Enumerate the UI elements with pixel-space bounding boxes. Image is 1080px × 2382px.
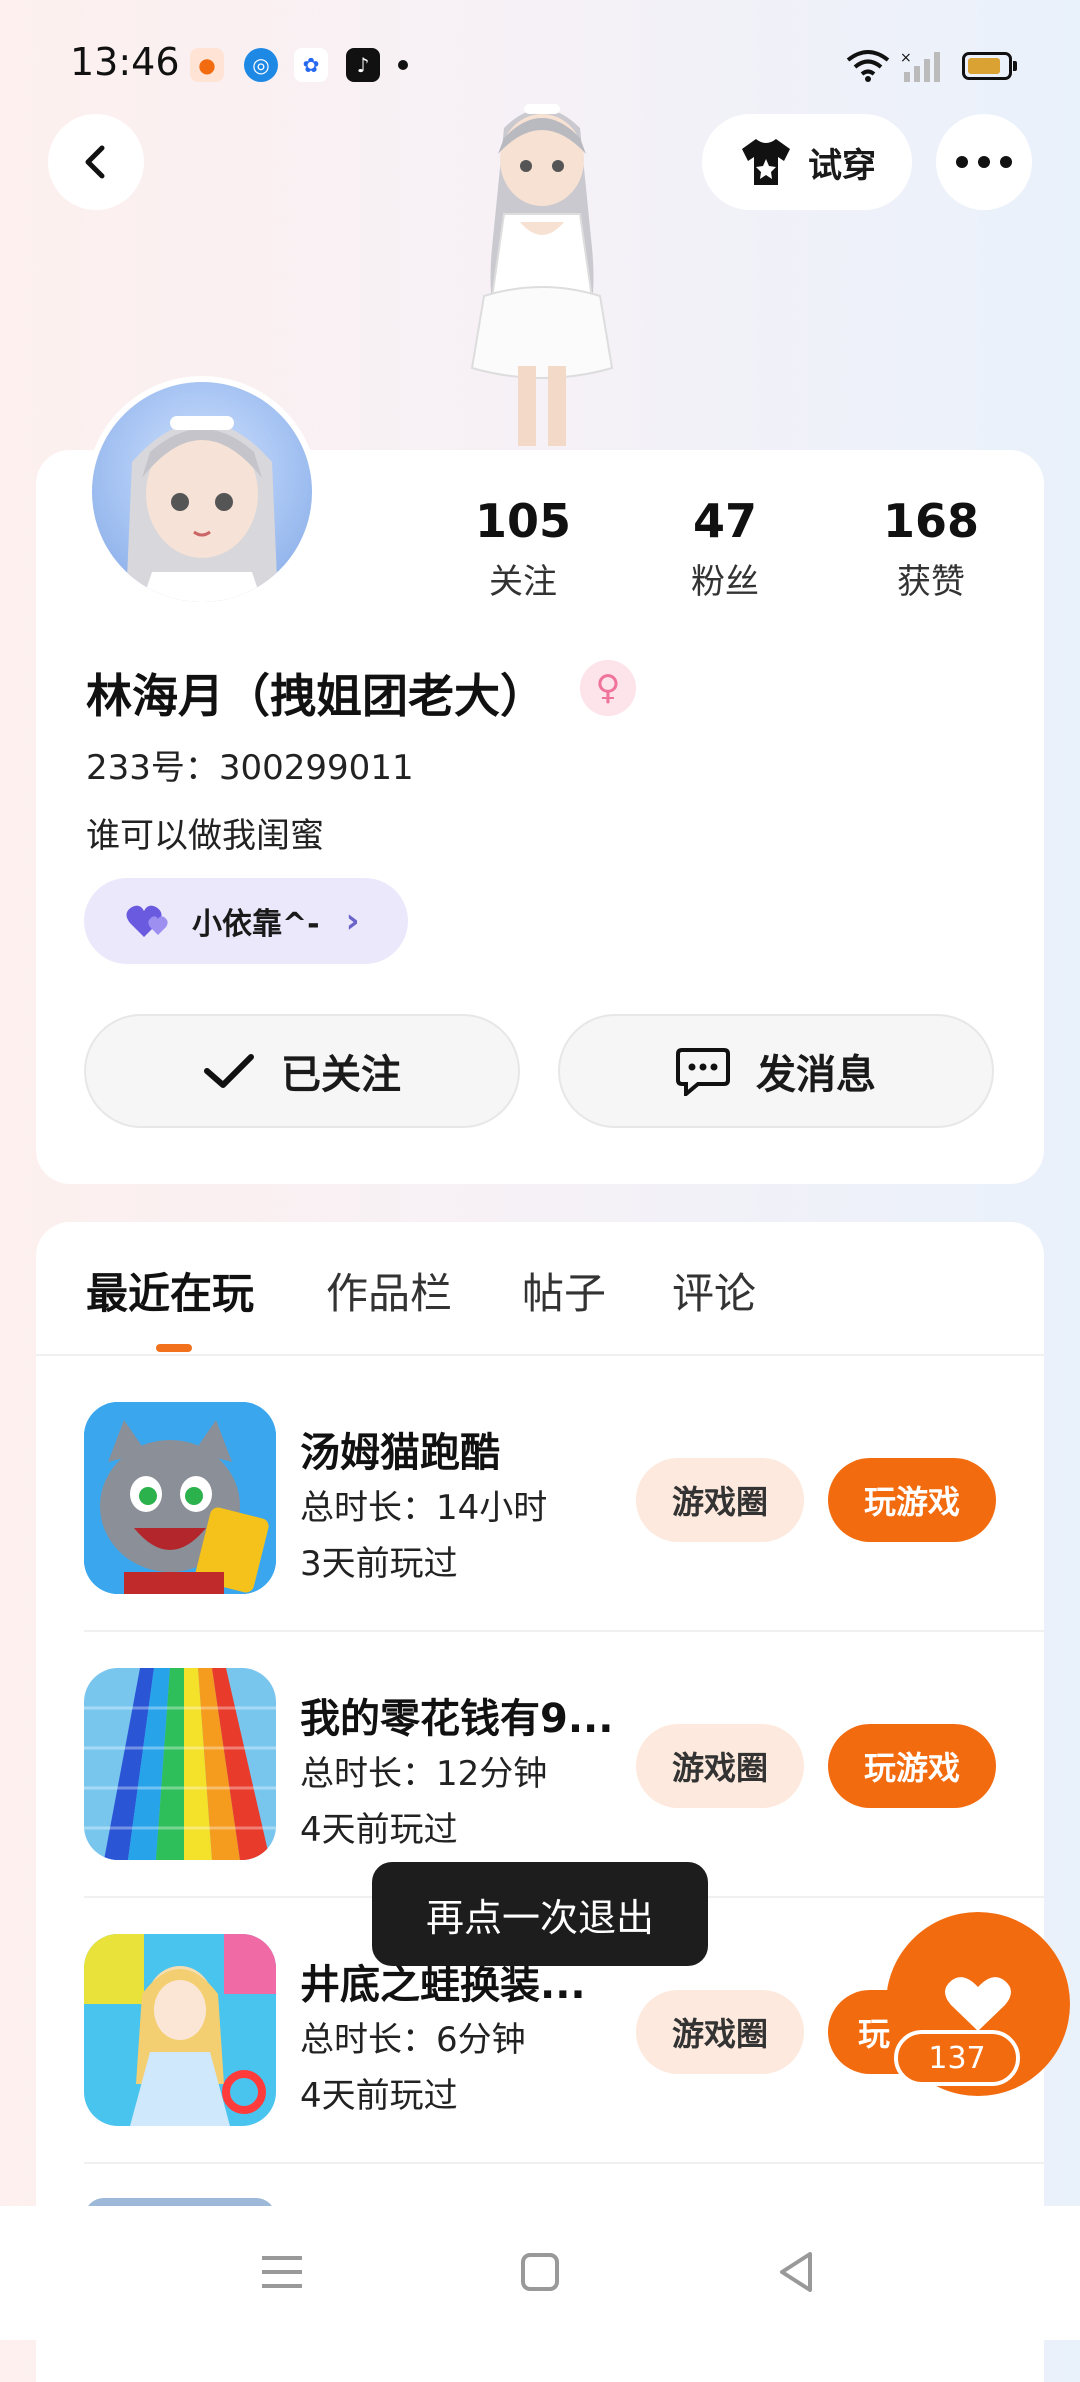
relationship-tag-label: 小依靠^- xyxy=(192,907,320,942)
stat-following-value: 105 xyxy=(474,494,572,548)
avatar-portrait xyxy=(126,416,278,602)
menu-icon[interactable] xyxy=(262,2254,302,2290)
follow-button[interactable]: 已关注 xyxy=(84,1014,520,1128)
like-count: 137 xyxy=(894,2030,1020,2086)
avatar-character-art[interactable] xyxy=(420,98,664,450)
play-game-button[interactable]: 玩游戏 xyxy=(828,1458,996,1542)
tab-comments[interactable]: 评论 xyxy=(672,1260,756,1321)
double-heart-icon xyxy=(126,905,168,937)
stat-following[interactable]: 105 关注 xyxy=(428,494,618,603)
back-arrow-icon xyxy=(85,145,105,179)
game-icon-tom-cat[interactable] xyxy=(84,1402,276,1594)
home-icon[interactable] xyxy=(520,2252,560,2292)
user-id: 233号：300299011 xyxy=(86,748,414,788)
play-game-button[interactable]: 玩游戏 xyxy=(828,1724,996,1808)
stat-fans-value: 47 xyxy=(692,494,757,548)
game-last-played: 3天前玩过 xyxy=(300,1544,458,1584)
game-title[interactable]: 汤姆猫跑酷 xyxy=(300,1420,500,1478)
try-on-label: 试穿 xyxy=(808,145,876,186)
baidu-icon: ✿ xyxy=(294,48,328,82)
game-last-played: 4天前玩过 xyxy=(300,2076,458,2116)
stat-likes-label: 获赞 xyxy=(897,562,965,602)
battery-icon xyxy=(962,52,1017,80)
wifi-icon xyxy=(846,50,890,82)
tabs-divider xyxy=(36,1354,1044,1356)
tshirt-icon xyxy=(742,139,790,185)
check-icon xyxy=(204,1054,254,1088)
game-title[interactable]: 我的零花钱有9... xyxy=(300,1686,613,1744)
stat-following-label: 关注 xyxy=(489,562,557,602)
game-last-played: 4天前玩过 xyxy=(300,1810,458,1850)
game-icon-pocket-money[interactable] xyxy=(84,1668,276,1860)
more-icon xyxy=(956,156,1012,168)
game-circle-button[interactable]: 游戏圈 xyxy=(636,1458,804,1542)
chat-bubble-icon xyxy=(676,1048,730,1096)
heart-icon xyxy=(945,1977,1011,2031)
circle-app-icon: ◎ xyxy=(244,48,278,82)
signal-icon: × xyxy=(900,50,940,82)
profile-name: 林海月（拽姐团老大） xyxy=(86,669,546,723)
game-duration: 总时长：14小时 xyxy=(300,1488,548,1528)
game-circle-button[interactable]: 游戏圈 xyxy=(636,1724,804,1808)
stat-likes[interactable]: 168 获赞 xyxy=(836,494,1026,603)
message-button[interactable]: 发消息 xyxy=(558,1014,994,1128)
stat-likes-value: 168 xyxy=(882,494,980,548)
svg-text:×: × xyxy=(900,50,912,66)
follow-label: 已关注 xyxy=(281,1052,401,1098)
message-label: 发消息 xyxy=(756,1052,876,1098)
stat-fans-label: 粉丝 xyxy=(691,562,759,602)
game-icon-frog-dressup[interactable] xyxy=(84,1934,276,2126)
tab-works[interactable]: 作品栏 xyxy=(326,1260,452,1321)
active-tab-indicator xyxy=(156,1344,192,1352)
relationship-tag[interactable]: 小依靠^- › xyxy=(84,878,408,964)
row-divider xyxy=(84,1630,1044,1632)
female-gender-icon: ♀ xyxy=(580,660,636,716)
try-on-button[interactable]: 试穿 xyxy=(702,114,912,210)
back-nav-icon[interactable] xyxy=(776,2250,816,2294)
back-button[interactable] xyxy=(48,114,144,210)
game-circle-button[interactable]: 游戏圈 xyxy=(636,1990,804,2074)
more-button[interactable] xyxy=(936,114,1032,210)
avatar[interactable] xyxy=(86,376,318,608)
stat-fans[interactable]: 47 粉丝 xyxy=(630,494,820,603)
status-time: 13:46 xyxy=(70,40,180,84)
game-duration: 总时长：6分钟 xyxy=(300,2020,526,2060)
game-controller-icon: ● xyxy=(190,48,224,82)
tiktok-icon: ♪ xyxy=(346,48,380,82)
tab-recent-playing[interactable]: 最近在玩 xyxy=(86,1260,254,1321)
tab-posts[interactable]: 帖子 xyxy=(522,1260,606,1321)
row-divider xyxy=(84,2162,1044,2164)
game-duration: 总时长：12分钟 xyxy=(300,1754,548,1794)
profile-bio: 谁可以做我闺蜜 xyxy=(86,816,324,856)
notification-dot xyxy=(398,60,408,70)
chevron-right-icon: › xyxy=(345,901,360,941)
exit-toast: 再点一次退出 xyxy=(372,1862,708,1966)
